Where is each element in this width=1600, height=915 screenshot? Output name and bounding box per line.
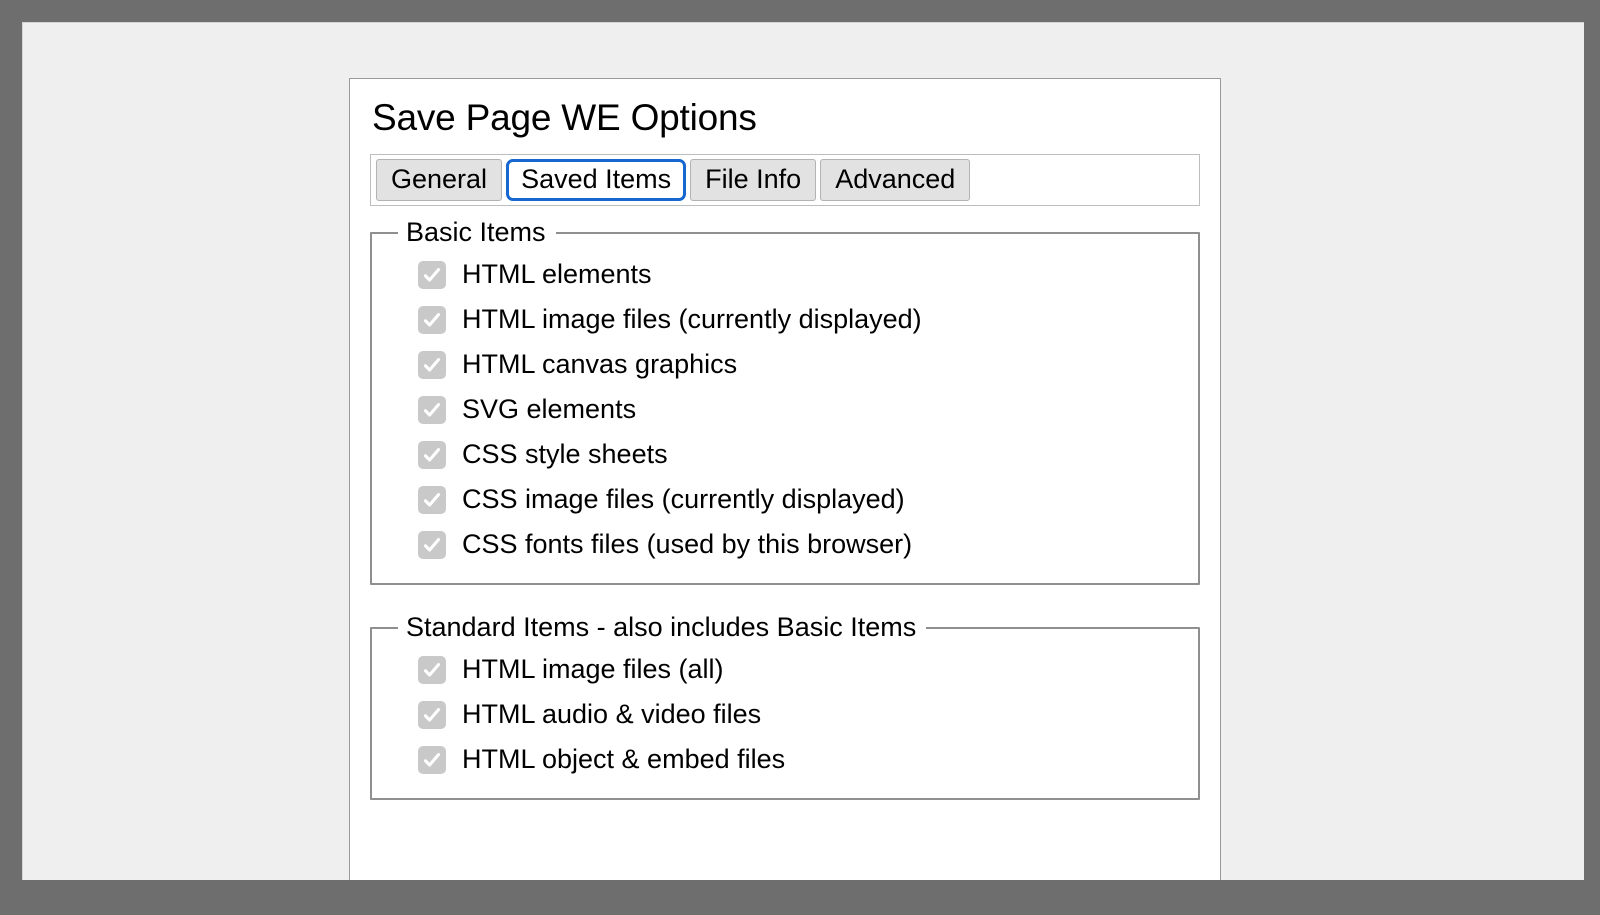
options-panel: Save Page WE Options General Saved Items… bbox=[349, 78, 1221, 880]
tab-advanced[interactable]: Advanced bbox=[820, 159, 971, 202]
checkbox-label: CSS fonts files (used by this browser) bbox=[462, 529, 913, 560]
check-icon[interactable] bbox=[418, 745, 446, 774]
checkbox-label: SVG elements bbox=[462, 394, 637, 425]
tab-strip: General Saved Items File Info Advanced bbox=[370, 154, 1200, 207]
check-icon[interactable] bbox=[418, 530, 446, 559]
checkbox-row-html-elements[interactable]: HTML elements bbox=[372, 252, 1198, 297]
checkbox-label: CSS style sheets bbox=[462, 439, 668, 470]
checkbox-label: CSS image files (currently displayed) bbox=[462, 484, 905, 515]
checkbox-row-html-image-files-all[interactable]: HTML image files (all) bbox=[372, 647, 1198, 692]
browser-viewport: Save Page WE Options General Saved Items… bbox=[22, 22, 1584, 880]
checkbox-label: HTML elements bbox=[462, 259, 652, 290]
checkbox-label: HTML object & embed files bbox=[462, 744, 786, 775]
checkbox-row-html-canvas-graphics[interactable]: HTML canvas graphics bbox=[372, 342, 1198, 387]
page-title: Save Page WE Options bbox=[372, 97, 757, 138]
checkbox-row-css-style-sheets[interactable]: CSS style sheets bbox=[372, 432, 1198, 477]
tab-saved-items[interactable]: Saved Items bbox=[506, 159, 687, 202]
group-legend: Basic Items bbox=[406, 217, 546, 248]
check-icon[interactable] bbox=[418, 655, 446, 684]
check-icon[interactable] bbox=[418, 260, 446, 289]
checkbox-label: HTML canvas graphics bbox=[462, 349, 738, 380]
checkbox-label: HTML audio & video files bbox=[462, 699, 762, 730]
check-icon[interactable] bbox=[418, 350, 446, 379]
checkbox-row-html-object-embed-files[interactable]: HTML object & embed files bbox=[372, 737, 1198, 782]
checkbox-row-css-fonts-files[interactable]: CSS fonts files (used by this browser) bbox=[372, 522, 1198, 567]
checkbox-row-svg-elements[interactable]: SVG elements bbox=[372, 387, 1198, 432]
check-icon[interactable] bbox=[418, 440, 446, 469]
tab-file-info[interactable]: File Info bbox=[690, 159, 817, 202]
group-basic-items: Basic Items HTML elements HTML image fil… bbox=[370, 217, 1200, 586]
check-icon[interactable] bbox=[418, 395, 446, 424]
checkbox-row-html-image-files-displayed[interactable]: HTML image files (currently displayed) bbox=[372, 297, 1198, 342]
group-standard-items: Standard Items - also includes Basic Ite… bbox=[370, 612, 1200, 801]
checkbox-label: HTML image files (currently displayed) bbox=[462, 304, 922, 335]
group-legend: Standard Items - also includes Basic Ite… bbox=[406, 612, 917, 643]
check-icon[interactable] bbox=[418, 700, 446, 729]
check-icon[interactable] bbox=[418, 305, 446, 334]
tab-general[interactable]: General bbox=[376, 159, 503, 202]
checkbox-row-html-audio-video-files[interactable]: HTML audio & video files bbox=[372, 692, 1198, 737]
checkbox-row-css-image-files-displayed[interactable]: CSS image files (currently displayed) bbox=[372, 477, 1198, 522]
check-icon[interactable] bbox=[418, 485, 446, 514]
checkbox-label: HTML image files (all) bbox=[462, 654, 724, 685]
